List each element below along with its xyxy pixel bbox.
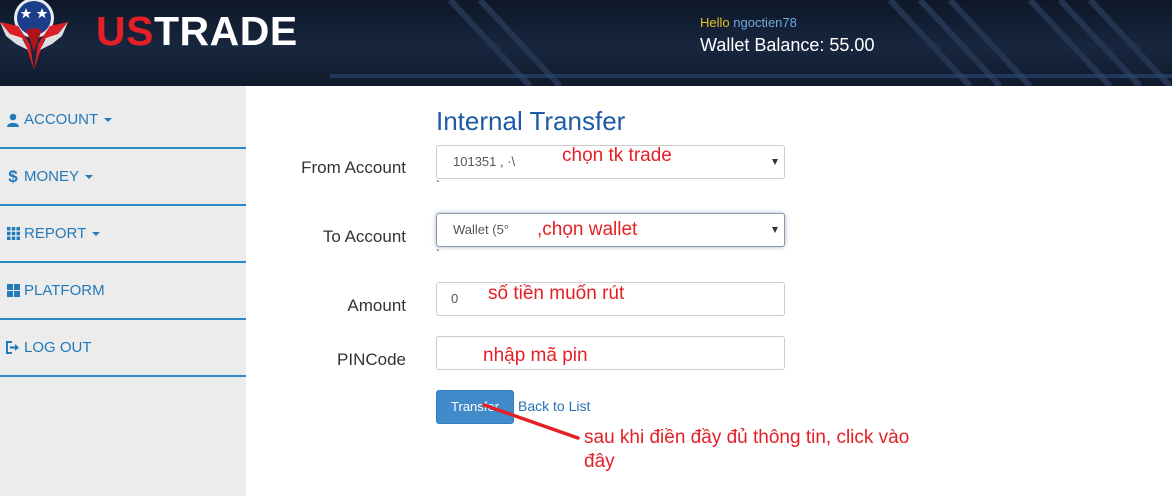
grid-icon: [5, 226, 21, 242]
sidebar-item-logout[interactable]: LOG OUT: [0, 320, 246, 377]
annotation-submit-line1: sau khi điền đầy đủ thông tin, click vào: [584, 427, 910, 448]
sidebar-item-label: PLATFORM: [24, 282, 105, 299]
pincode-label: PINCode: [337, 350, 406, 369]
to-account-label: To Account: [322, 227, 406, 246]
caret-down-icon: [92, 231, 101, 236]
username-link[interactable]: ngoctien78: [733, 15, 797, 30]
sidebar-item-label: REPORT: [24, 225, 87, 242]
wallet-balance-value: 55.00: [829, 35, 875, 55]
annotation-amount: số tiền muốn rút: [488, 283, 625, 304]
annotation-submit-line2: đây: [584, 451, 615, 472]
from-account-label: From Account: [301, 158, 406, 177]
top-header: USTRADE Hello ngoctien78 Wallet Balance:…: [0, 0, 1172, 86]
transfer-button[interactable]: Transfer: [436, 390, 514, 424]
select-arrow-icon: [772, 159, 778, 165]
select-arrow-icon: [772, 227, 778, 233]
user-icon: [5, 112, 21, 128]
wallet-balance: Wallet Balance: 55.00: [700, 35, 874, 56]
page-title: Internal Transfer: [436, 106, 626, 136]
sidebar-item-money[interactable]: $ MONEY: [0, 149, 246, 206]
field-tick: `: [436, 178, 440, 192]
annotation-pin: nhập mã pin: [483, 345, 588, 366]
wallet-balance-label: Wallet Balance:: [700, 35, 830, 55]
amount-value: 0: [451, 291, 459, 306]
caret-down-icon: [85, 174, 94, 179]
annotation-from: chọn tk trade: [562, 145, 672, 166]
sidebar-item-report[interactable]: REPORT: [0, 206, 246, 263]
logo-wordmark[interactable]: USTRADE: [96, 11, 298, 52]
sidebar: ACCOUNT $ MONEY REPORT PLATFORM LOG OUT: [0, 86, 246, 496]
logo-us-text: US: [96, 8, 154, 54]
sidebar-item-account[interactable]: ACCOUNT: [0, 92, 246, 149]
sidebar-item-label: MONEY: [24, 168, 80, 185]
caret-down-icon: [104, 117, 113, 122]
windows-icon: [5, 283, 21, 299]
sidebar-item-label: ACCOUNT: [24, 111, 99, 128]
greeting: Hello ngoctien78: [700, 15, 797, 30]
annotation-to: ,chọn wallet: [537, 219, 638, 240]
logout-icon: [5, 340, 21, 356]
sidebar-item-label: LOG OUT: [24, 339, 92, 356]
field-tick: `: [436, 247, 440, 261]
logo-emblem-icon[interactable]: [0, 0, 92, 74]
from-account-value: 101351 , ·\: [453, 154, 516, 169]
back-to-list-link[interactable]: Back to List: [518, 398, 590, 414]
amount-label: Amount: [347, 296, 406, 315]
dollar-icon: $: [8, 166, 18, 186]
sidebar-item-platform[interactable]: PLATFORM: [0, 263, 246, 320]
greeting-label: Hello: [700, 15, 730, 30]
to-account-value: Wallet (5°: [453, 222, 510, 237]
logo-trade-text: TRADE: [153, 8, 298, 54]
